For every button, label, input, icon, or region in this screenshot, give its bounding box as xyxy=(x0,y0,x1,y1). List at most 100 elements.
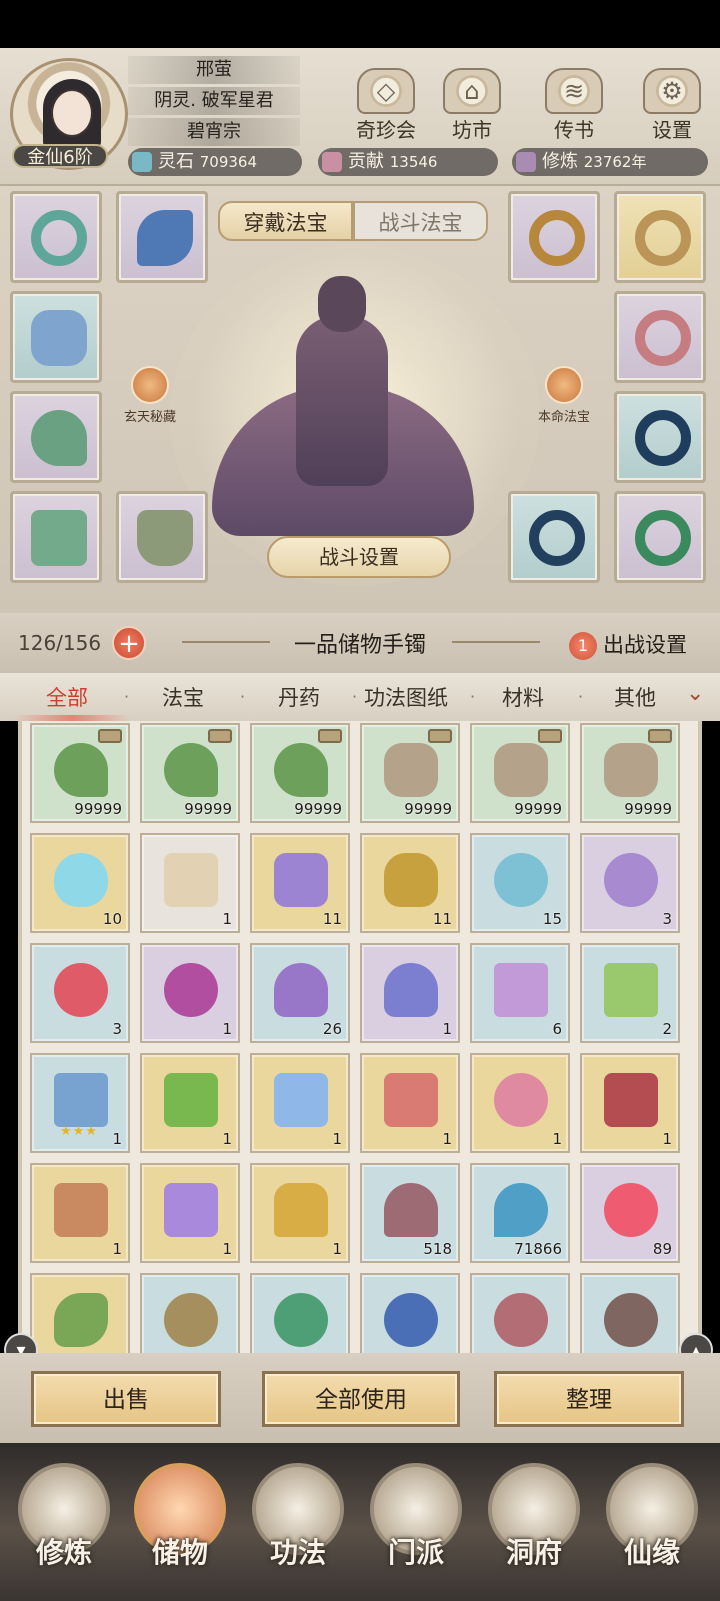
pants-icon xyxy=(31,510,87,566)
equip-slot-boots[interactable] xyxy=(116,491,208,583)
equip-slot-ring-1[interactable] xyxy=(508,191,600,283)
inventory-item[interactable]: 1 xyxy=(140,1053,240,1153)
tab-pills[interactable]: 丹药 xyxy=(278,682,320,712)
equip-slot-necklace[interactable] xyxy=(10,191,102,283)
inventory-item[interactable]: 99999 xyxy=(140,723,240,823)
inventory-item[interactable]: 1 xyxy=(140,943,240,1043)
inventory-item[interactable]: 6 xyxy=(470,943,570,1043)
item-quantity: 99999 xyxy=(74,800,122,818)
inventory-item[interactable]: 26 xyxy=(250,943,350,1043)
cultivation-icon xyxy=(516,152,536,172)
nav-storage[interactable]: 储物 xyxy=(126,1463,234,1591)
inventory-item[interactable]: 71866 xyxy=(470,1163,570,1263)
treasure-auction-label: 奇珍会 xyxy=(356,118,416,142)
mushroom-icon xyxy=(274,963,328,1017)
expand-bag-button[interactable]: + xyxy=(112,626,146,660)
tab-materials[interactable]: 材料 xyxy=(502,682,544,712)
inventory-item[interactable]: 1 xyxy=(250,1163,350,1263)
shell-icon xyxy=(494,853,548,907)
ore-icon xyxy=(384,743,438,797)
natal-treasure-button[interactable]: 本命法宝 xyxy=(528,366,600,425)
orb-icon xyxy=(604,1293,658,1347)
nav-cave[interactable]: 洞府 xyxy=(480,1463,588,1591)
bag-title: 一品储物手镯 xyxy=(293,633,426,658)
sword-icon xyxy=(545,366,583,404)
inventory-item[interactable]: 99999 xyxy=(250,723,350,823)
treasure-auction-button[interactable]: ◇ 奇珍会 xyxy=(346,68,426,150)
inventory-item[interactable]: 99999 xyxy=(30,723,130,823)
inventory-item[interactable]: 1 xyxy=(250,1053,350,1153)
equip-slot-ring-3[interactable] xyxy=(614,291,706,383)
inventory-item[interactable]: 3 xyxy=(580,833,680,933)
inventory-item[interactable]: 2 xyxy=(580,943,680,1043)
jade-ring-icon xyxy=(635,510,691,566)
inventory-item[interactable] xyxy=(580,1273,680,1353)
bottom-navigation: 修炼 储物 功法 门派 洞府 仙缘 xyxy=(0,1443,720,1601)
inventory-item[interactable]: 1 xyxy=(360,1053,460,1153)
sapphire-ring-icon xyxy=(635,410,691,466)
inventory-item[interactable]: 1 xyxy=(140,833,240,933)
message-button[interactable]: ≋ 传书 xyxy=(534,68,614,150)
nav-technique[interactable]: 功法 xyxy=(244,1463,352,1591)
equip-slot-ring-4[interactable] xyxy=(614,391,706,483)
use-all-button[interactable]: 全部使用 xyxy=(262,1371,460,1427)
equip-slot-ring-2[interactable] xyxy=(614,191,706,283)
sand-pile-icon xyxy=(384,1183,438,1237)
contribution-value: 13546 xyxy=(389,153,438,171)
inventory-item[interactable] xyxy=(140,1273,240,1353)
inventory-item[interactable]: 89 xyxy=(580,1163,680,1263)
equip-slot-armor[interactable] xyxy=(10,291,102,383)
settings-button[interactable]: ⚙ 设置 xyxy=(632,68,712,150)
tab-treasure[interactable]: 法宝 xyxy=(162,682,204,712)
inventory-item[interactable]: 1 xyxy=(140,1163,240,1263)
inventory-item[interactable]: 11 xyxy=(360,833,460,933)
equip-slot-ring-5[interactable] xyxy=(508,491,600,583)
equip-slot-hat[interactable] xyxy=(116,191,208,283)
nav-sect[interactable]: 门派 xyxy=(362,1463,470,1591)
tab-battle-treasure[interactable]: 战斗法宝 xyxy=(353,201,488,241)
inventory-item[interactable]: 3 xyxy=(30,943,130,1043)
fight-settings-button[interactable]: 战斗设置 xyxy=(267,536,451,578)
tab-separator: · xyxy=(578,687,584,706)
inventory-item[interactable]: 99999 xyxy=(580,723,680,823)
equip-slot-pants[interactable] xyxy=(10,491,102,583)
nav-fate[interactable]: 仙缘 xyxy=(598,1463,706,1591)
tab-others[interactable]: 其他 xyxy=(614,682,656,712)
inventory-item[interactable]: 99999 xyxy=(470,723,570,823)
item-quantity: 1 xyxy=(332,1130,342,1148)
xuantian-treasury-button[interactable]: 玄天秘藏 xyxy=(114,366,186,425)
player-name: 邢萤 xyxy=(128,56,300,84)
inventory-item[interactable]: 99999 xyxy=(360,723,460,823)
inventory-item[interactable] xyxy=(30,1273,130,1353)
sort-button[interactable]: 整理 xyxy=(494,1371,684,1427)
market-button[interactable]: ⌂ 坊市 xyxy=(432,68,512,150)
inventory-item[interactable] xyxy=(250,1273,350,1353)
tab-wear-treasure[interactable]: 穿戴法宝 xyxy=(218,201,353,241)
equip-slot-ring-6[interactable] xyxy=(614,491,706,583)
character-head xyxy=(318,276,366,332)
inventory-item[interactable]: 15 xyxy=(470,833,570,933)
inventory-item[interactable]: 11 xyxy=(250,833,350,933)
nav-cultivate[interactable]: 修炼 xyxy=(10,1463,118,1591)
tab-techniques[interactable]: 功法图纸 xyxy=(364,682,448,712)
equip-slot-gloves[interactable] xyxy=(10,391,102,483)
spirit-stone-icon xyxy=(132,152,152,172)
inventory-item[interactable]: 1 xyxy=(580,1053,680,1153)
inventory-item[interactable] xyxy=(360,1273,460,1353)
inventory-item[interactable] xyxy=(470,1273,570,1353)
inventory-item[interactable]: 10 xyxy=(30,833,130,933)
hat-icon xyxy=(137,210,193,266)
spiky-fruit-icon xyxy=(164,963,218,1017)
inventory-item[interactable]: 1 xyxy=(470,1053,570,1153)
tab-all[interactable]: 全部 xyxy=(46,682,88,712)
pavilion-icon: ◇ xyxy=(357,68,415,114)
inventory-item[interactable]: 1 xyxy=(360,943,460,1043)
inventory-item[interactable]: 1 xyxy=(30,1163,130,1263)
sell-button[interactable]: 出售 xyxy=(31,1371,221,1427)
sortie-settings-button[interactable]: 1 出战设置 xyxy=(569,629,687,660)
natal-treasure-label: 本命法宝 xyxy=(537,410,590,425)
inventory-item[interactable]: ★★★ 1 xyxy=(30,1053,130,1153)
inventory-item[interactable]: 518 xyxy=(360,1163,460,1263)
chevron-down-icon[interactable]: ⌄ xyxy=(686,681,704,706)
player-sect: 碧宵宗 xyxy=(128,118,300,146)
